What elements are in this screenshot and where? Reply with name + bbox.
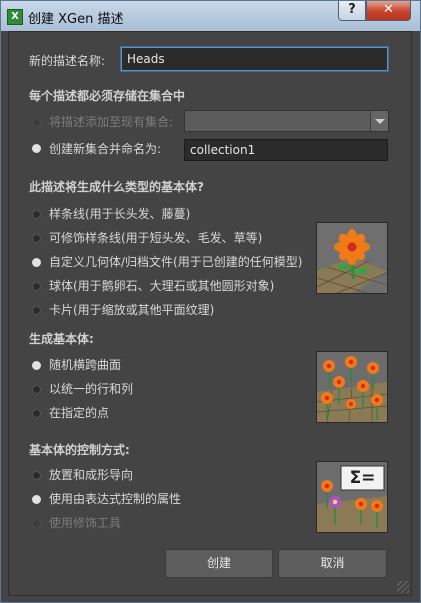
control-preview-thumbnail: Σ= bbox=[316, 461, 388, 533]
flower-field-icon bbox=[317, 352, 387, 422]
chevron-down-icon bbox=[370, 111, 388, 131]
groomable-spline-radio[interactable] bbox=[32, 234, 41, 243]
add-existing-label: 将描述添加至现有集合: bbox=[49, 115, 174, 129]
dialog-window: X 创建 XGen 描述 ? ✕ 新的描述名称: 每个描述都必须存储在集合中 将… bbox=[0, 0, 421, 603]
custom-geometry-preview-thumbnail bbox=[316, 222, 388, 294]
placement-guides-radio[interactable] bbox=[32, 471, 41, 480]
grooming-tools-radio bbox=[32, 519, 41, 528]
xgen-app-icon: X bbox=[7, 9, 23, 25]
collection-section-header: 每个描述都必须存储在集合中 bbox=[29, 89, 186, 103]
description-name-input[interactable] bbox=[121, 47, 388, 71]
random-across-surface-label[interactable]: 随机横跨曲面 bbox=[49, 356, 121, 373]
title-bar[interactable]: X 创建 XGen 描述 ? ✕ bbox=[1, 1, 420, 31]
spline-option-label[interactable]: 样条线(用于长头发、藤蔓) bbox=[49, 205, 190, 222]
grooming-tools-label: 使用修饰工具 bbox=[49, 516, 122, 530]
card-option-label[interactable]: 卡片(用于缩放或其他平面纹理) bbox=[49, 301, 214, 318]
placement-guides-label[interactable]: 放置和成形导向 bbox=[49, 466, 133, 483]
create-new-label: 创建新集合并命名为: bbox=[49, 142, 162, 156]
spline-radio[interactable] bbox=[32, 210, 41, 219]
existing-collection-dropdown bbox=[184, 110, 389, 132]
dialog-body: 新的描述名称: 每个描述都必须存储在集合中 将描述添加至现有集合: 创建新集合并… bbox=[8, 31, 412, 596]
resize-grip[interactable] bbox=[397, 581, 409, 593]
add-existing-radio bbox=[32, 118, 41, 127]
specified-points-radio[interactable] bbox=[32, 409, 41, 418]
card-radio[interactable] bbox=[32, 306, 41, 315]
custom-geometry-radio[interactable] bbox=[32, 258, 41, 267]
custom-geometry-option-label[interactable]: 自定义几何体/归档文件(用于已创建的任何模型) bbox=[49, 253, 302, 270]
description-name-label: 新的描述名称: bbox=[29, 54, 106, 68]
generate-preview-thumbnail bbox=[316, 351, 388, 423]
control-section-header: 基本体的控制方式: bbox=[29, 443, 130, 457]
help-button[interactable]: ? bbox=[338, 1, 366, 21]
uniform-rows-columns-radio[interactable] bbox=[32, 385, 41, 394]
uniform-rows-columns-label[interactable]: 以统一的行和列 bbox=[49, 380, 133, 397]
create-new-radio[interactable] bbox=[32, 144, 41, 153]
groomable-spline-option-label[interactable]: 可修饰样条线(用于短头发、毛发、草等) bbox=[49, 229, 262, 246]
cancel-button[interactable]: 取消 bbox=[278, 549, 387, 578]
primitive-type-header: 此描述将生成什么类型的基本体? bbox=[29, 180, 204, 194]
expression-attributes-radio[interactable] bbox=[32, 495, 41, 504]
sphere-option-label[interactable]: 球体(用于鹅卵石、大理石或其他圆形对象) bbox=[49, 277, 274, 294]
sigma-badge: Σ= bbox=[349, 468, 376, 488]
sphere-radio[interactable] bbox=[32, 282, 41, 291]
specified-points-label[interactable]: 在指定的点 bbox=[49, 404, 109, 421]
expression-attributes-label[interactable]: 使用由表达式控制的属性 bbox=[49, 490, 181, 507]
window-title: 创建 XGen 描述 bbox=[28, 12, 124, 27]
close-button[interactable]: ✕ bbox=[366, 1, 411, 21]
new-collection-input[interactable] bbox=[184, 139, 388, 161]
create-button[interactable]: 创建 bbox=[165, 549, 273, 578]
single-flower-icon bbox=[317, 223, 387, 293]
random-across-surface-radio[interactable] bbox=[32, 361, 41, 370]
generate-section-header: 生成基本体: bbox=[29, 332, 94, 346]
